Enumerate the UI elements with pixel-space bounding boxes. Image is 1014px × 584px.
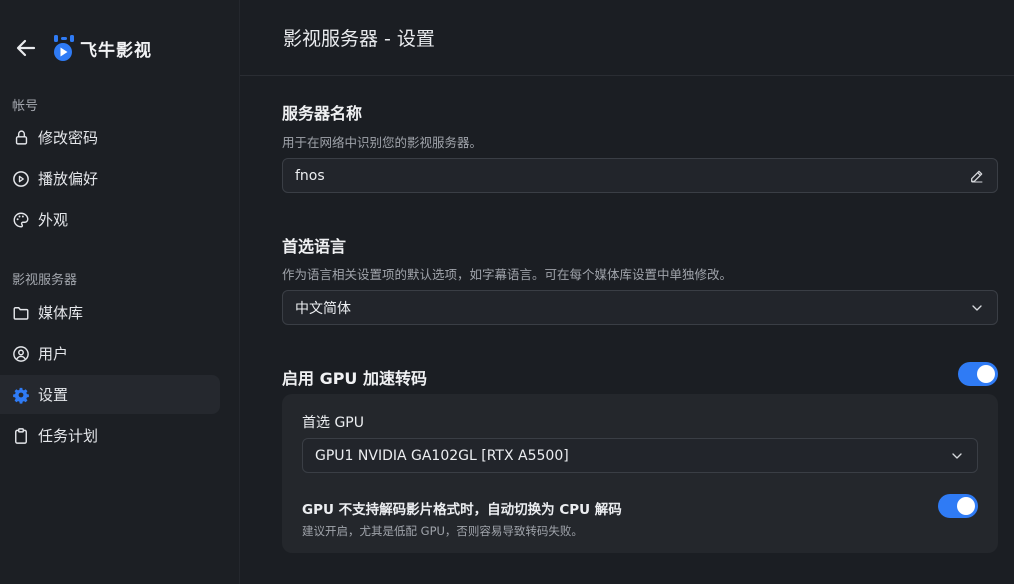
- logo-icon: [54, 35, 74, 61]
- sidebar-item-change-password[interactable]: 修改密码: [0, 118, 220, 157]
- toggle-knob: [957, 497, 975, 515]
- preferred-gpu-label: 首选 GPU: [302, 415, 364, 431]
- cpu-fallback-note: 建议开启，尤其是低配 GPU，否则容易导致转码失败。: [302, 524, 583, 538]
- main-content: 影视服务器 - 设置 服务器名称 用于在网络中识别您的影视服务器。 fnos 首…: [240, 0, 1014, 584]
- page-title: 影视服务器 - 设置: [283, 28, 435, 50]
- play-circle-icon: [12, 170, 30, 188]
- language-desc: 作为语言相关设置项的默认选项，如字幕语言。可在每个媒体库设置中单独修改。: [282, 267, 733, 282]
- section-label-account: 帐号: [12, 99, 39, 114]
- sidebar: 飞牛影视 帐号 修改密码 播放偏好 外观 影视服务器 媒体库 用户 设置 任务计…: [0, 0, 240, 584]
- sidebar-item-settings[interactable]: 设置: [0, 375, 220, 414]
- sidebar-item-label: 播放偏好: [38, 170, 99, 188]
- gpu-title: 启用 GPU 加速转码: [282, 369, 427, 388]
- sidebar-item-label: 修改密码: [38, 129, 99, 147]
- gear-icon: [12, 386, 30, 404]
- clipboard-icon: [12, 427, 30, 445]
- sidebar-item-appearance[interactable]: 外观: [0, 200, 220, 239]
- language-select[interactable]: 中文简体: [282, 290, 998, 325]
- brand: 飞牛影视: [12, 32, 152, 64]
- server-name-value: fnos: [295, 167, 325, 184]
- arrow-left-icon: [16, 39, 36, 57]
- chevron-down-icon: [949, 448, 965, 464]
- cpu-fallback-label: GPU 不支持解码影片格式时，自动切换为 CPU 解码: [302, 502, 622, 518]
- language-title: 首选语言: [282, 237, 347, 256]
- server-name-title: 服务器名称: [282, 104, 363, 123]
- gpu-settings-panel: 首选 GPU GPU1 NVIDIA GA102GL [RTX A5500] G…: [282, 394, 998, 553]
- sidebar-item-label: 任务计划: [38, 427, 99, 445]
- language-value: 中文简体: [295, 300, 351, 317]
- sidebar-item-media-library[interactable]: 媒体库: [0, 293, 220, 332]
- edit-icon[interactable]: [969, 168, 985, 184]
- user-circle-icon: [12, 345, 30, 363]
- gpu-toggle[interactable]: [958, 362, 998, 386]
- sidebar-item-users[interactable]: 用户: [0, 334, 220, 373]
- preferred-gpu-value: GPU1 NVIDIA GA102GL [RTX A5500]: [315, 447, 569, 464]
- header-bar: 影视服务器 - 设置: [240, 0, 1014, 76]
- sidebar-item-label: 外观: [38, 211, 69, 229]
- folder-icon: [12, 304, 30, 322]
- sidebar-item-tasks[interactable]: 任务计划: [0, 416, 220, 455]
- brand-name: 飞牛影视: [80, 40, 152, 61]
- server-name-field[interactable]: fnos: [282, 158, 998, 193]
- palette-icon: [12, 211, 30, 229]
- preferred-gpu-select[interactable]: GPU1 NVIDIA GA102GL [RTX A5500]: [302, 438, 978, 473]
- toggle-knob: [977, 365, 995, 383]
- back-button[interactable]: [12, 34, 40, 62]
- sidebar-item-label: 用户: [38, 345, 69, 363]
- sidebar-item-label: 媒体库: [38, 304, 84, 322]
- section-label-server: 影视服务器: [12, 273, 78, 288]
- app-window: 飞牛影视 帐号 修改密码 播放偏好 外观 影视服务器 媒体库 用户 设置 任务计…: [0, 0, 1014, 584]
- server-name-desc: 用于在网络中识别您的影视服务器。: [282, 135, 483, 150]
- chevron-down-icon: [969, 300, 985, 316]
- cpu-fallback-toggle[interactable]: [938, 494, 978, 518]
- sidebar-item-playback[interactable]: 播放偏好: [0, 159, 220, 198]
- sidebar-item-label: 设置: [38, 386, 69, 404]
- lock-icon: [12, 129, 30, 147]
